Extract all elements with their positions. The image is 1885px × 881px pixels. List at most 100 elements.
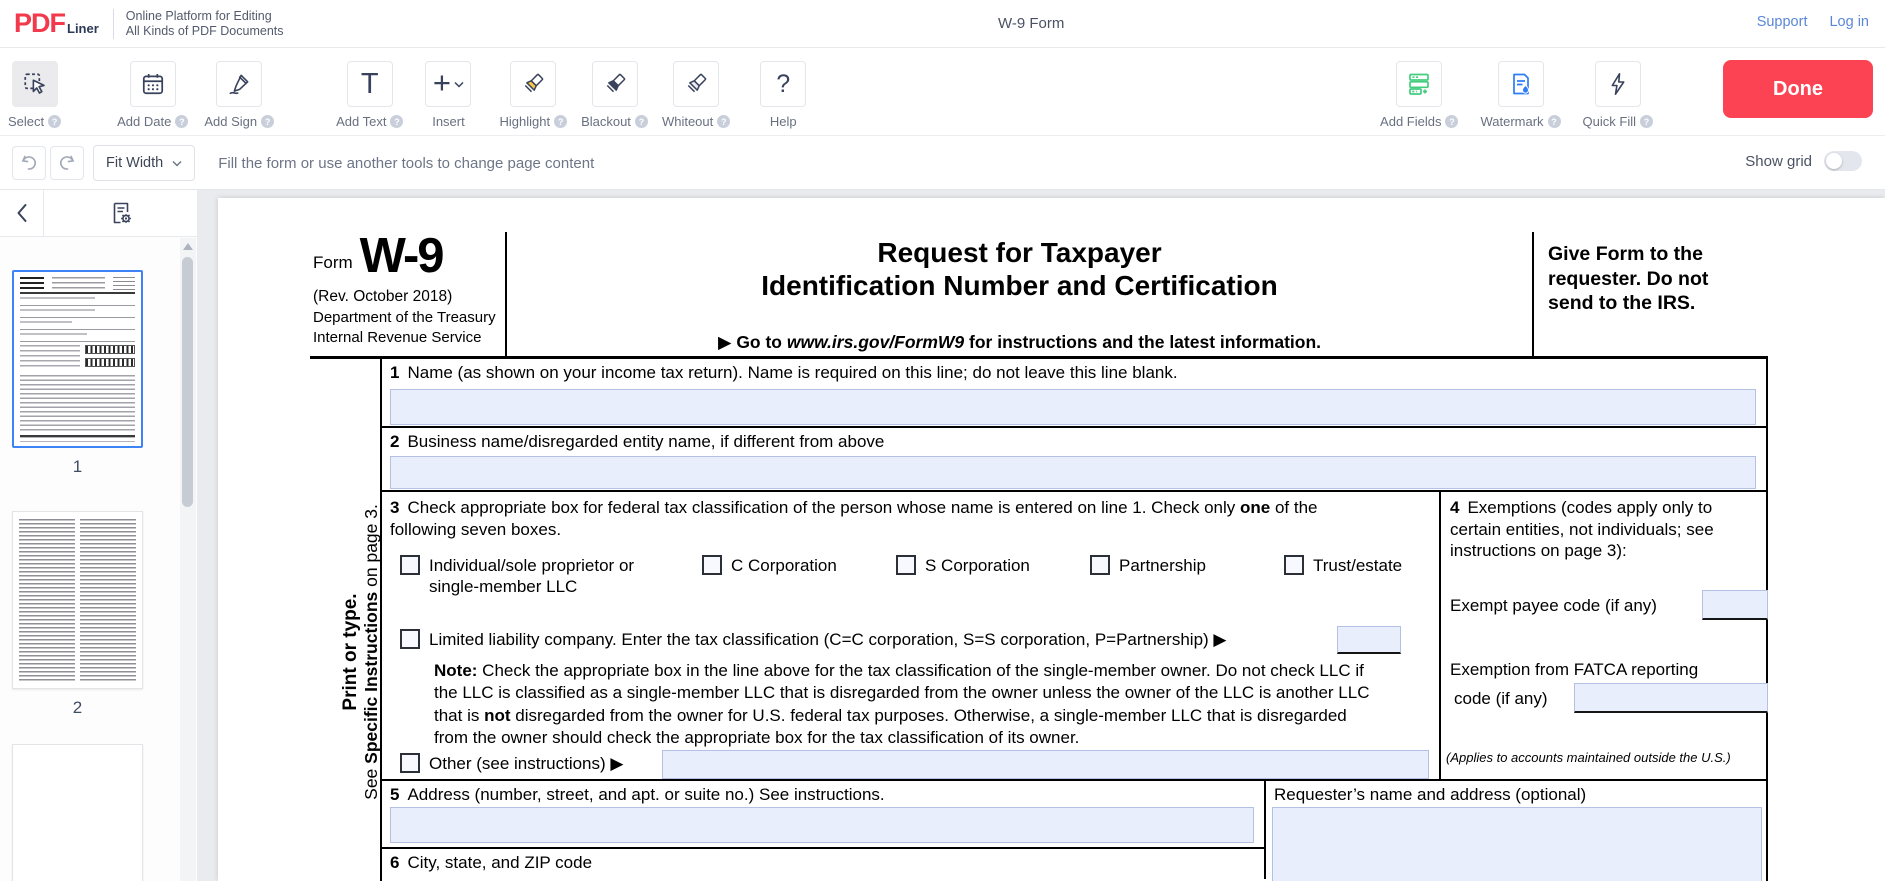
- form-id-block: Form W-9 (Rev. October 2018) Department …: [313, 234, 496, 346]
- document-gear-icon: [108, 200, 134, 226]
- address-input[interactable]: [390, 807, 1254, 843]
- thumbnail-list: 1 2: [0, 237, 197, 881]
- tagline-line1: Online Platform for Editing: [126, 9, 284, 24]
- partnership-checkbox[interactable]: [1090, 555, 1110, 575]
- redo-button[interactable]: [50, 146, 84, 180]
- select-help-icon[interactable]: ?: [48, 115, 61, 128]
- done-button[interactable]: Done: [1723, 60, 1873, 118]
- form-number: W-9: [360, 234, 443, 279]
- add-text-help-icon[interactable]: ?: [390, 115, 403, 128]
- add-date-help-icon[interactable]: ?: [175, 115, 188, 128]
- page-1-thumbnail[interactable]: [12, 270, 143, 448]
- requester-divider: [1264, 781, 1266, 879]
- logo-liner-text: Liner: [67, 21, 99, 36]
- column-divider: [1439, 492, 1441, 779]
- add-text-button[interactable]: T Add Text?: [336, 61, 403, 129]
- scrollbar-thumb[interactable]: [182, 257, 193, 507]
- whiteout-help-icon[interactable]: ?: [717, 115, 730, 128]
- undo-icon: [19, 153, 39, 173]
- whiteout-marker-icon: [673, 61, 719, 107]
- blackout-marker-icon: [592, 61, 638, 107]
- checkbox-partnership: Partnership: [1090, 555, 1206, 576]
- header-divider-right: [1532, 232, 1534, 358]
- document-canvas: Form W-9 (Rev. October 2018) Department …: [197, 190, 1885, 881]
- toolbar-hint-text: Fill the form or use another tools to ch…: [218, 155, 594, 172]
- c-corporation-checkbox[interactable]: [702, 555, 722, 575]
- other-checkbox[interactable]: [400, 753, 420, 773]
- add-fields-button[interactable]: Add Fields?: [1380, 61, 1458, 129]
- checkbox-c-corp: C Corporation: [702, 555, 837, 576]
- select-icon: [12, 61, 58, 107]
- tagline: Online Platform for Editing All Kinds of…: [126, 9, 284, 39]
- calendar-icon: [130, 61, 176, 107]
- watermark-help-icon[interactable]: ?: [1548, 115, 1561, 128]
- w9-page: Form W-9 (Rev. October 2018) Department …: [218, 198, 1885, 881]
- highlighter-icon: [510, 61, 556, 107]
- app-header: PDF Liner Online Platform for Editing Al…: [0, 0, 1885, 48]
- add-sign-button[interactable]: Add Sign?: [204, 61, 274, 129]
- document-title: W-9 Form: [998, 15, 1064, 32]
- llc-classification-input[interactable]: [1337, 626, 1401, 654]
- fatca-code-input[interactable]: [1574, 683, 1768, 713]
- pages-sidebar: 1 2: [0, 190, 197, 881]
- redo-icon: [57, 153, 77, 173]
- signature-pen-icon: [216, 61, 262, 107]
- page-settings-button[interactable]: [44, 200, 197, 226]
- checkbox-trust: Trust/estate: [1284, 555, 1402, 576]
- select-tool-button[interactable]: Select?: [8, 61, 61, 129]
- sidebar-scrollbar[interactable]: [180, 238, 196, 881]
- llc-note: Note: Check the appropriate box in the l…: [434, 660, 1376, 749]
- watermark-button[interactable]: Watermark?: [1480, 61, 1560, 129]
- checkbox-individual: Individual/sole proprietor or single-mem…: [400, 555, 659, 597]
- question-icon: ?: [760, 61, 806, 107]
- undo-button[interactable]: [12, 146, 46, 180]
- logo-pdf-text: PDF: [14, 10, 65, 37]
- blackout-button[interactable]: Blackout?: [581, 61, 648, 129]
- sidebar-topbar: [0, 190, 197, 237]
- show-grid-label: Show grid: [1745, 153, 1812, 170]
- add-fields-help-icon[interactable]: ?: [1445, 115, 1458, 128]
- individual-checkbox[interactable]: [400, 555, 420, 575]
- support-link[interactable]: Support: [1757, 14, 1808, 30]
- llc-checkbox[interactable]: [400, 629, 420, 649]
- business-name-input[interactable]: [390, 456, 1756, 489]
- plus-chevron-icon: +: [425, 61, 471, 107]
- other-input[interactable]: [662, 750, 1429, 779]
- scroll-up-arrow[interactable]: [183, 243, 193, 250]
- blackout-help-icon[interactable]: ?: [635, 115, 648, 128]
- whiteout-button[interactable]: Whiteout?: [662, 61, 730, 129]
- show-grid-toggle[interactable]: [1824, 151, 1862, 171]
- help-button[interactable]: ? Help: [760, 61, 806, 129]
- insert-button[interactable]: + Insert: [425, 61, 471, 129]
- name-input[interactable]: [390, 389, 1756, 425]
- logo-divider: [113, 9, 114, 39]
- tagline-line2: All Kinds of PDF Documents: [126, 24, 284, 39]
- zoom-level-select[interactable]: Fit Width: [93, 145, 195, 181]
- line-5-6-row: 5Address (number, street, and apt. or su…: [382, 781, 1766, 879]
- page-2-thumbnail[interactable]: [12, 511, 143, 689]
- quick-fill-button[interactable]: Quick Fill?: [1583, 61, 1653, 129]
- form-department: Department of the Treasury: [313, 309, 496, 326]
- checkbox-s-corp: S Corporation: [896, 555, 1030, 576]
- requester-input[interactable]: [1272, 807, 1762, 881]
- text-icon: T: [347, 61, 393, 107]
- give-form-note: Give Form to the requester. Do not send …: [1548, 242, 1748, 316]
- login-link[interactable]: Log in: [1829, 14, 1869, 30]
- add-sign-help-icon[interactable]: ?: [261, 115, 274, 128]
- trust-estate-checkbox[interactable]: [1284, 555, 1304, 575]
- line-3-4-row: 3Check appropriate box for federal tax c…: [382, 492, 1766, 781]
- exempt-payee-code-input[interactable]: [1702, 590, 1768, 620]
- quick-fill-help-icon[interactable]: ?: [1640, 115, 1653, 128]
- add-date-button[interactable]: Add Date?: [117, 61, 188, 129]
- pdfliner-logo[interactable]: PDF Liner: [14, 10, 99, 37]
- line-1-row: 1Name (as shown on your income tax retur…: [382, 359, 1766, 428]
- collapse-sidebar-button[interactable]: [0, 190, 44, 236]
- s-corporation-checkbox[interactable]: [896, 555, 916, 575]
- highlight-button[interactable]: Highlight?: [499, 61, 567, 129]
- form-irs: Internal Revenue Service: [313, 329, 496, 346]
- highlight-help-icon[interactable]: ?: [554, 115, 567, 128]
- page-3-thumbnail[interactable]: [12, 744, 143, 881]
- fields-icon: [1396, 61, 1442, 107]
- page-2-number: 2: [12, 698, 143, 718]
- checkbox-other: Other (see instructions) ▶: [400, 753, 623, 774]
